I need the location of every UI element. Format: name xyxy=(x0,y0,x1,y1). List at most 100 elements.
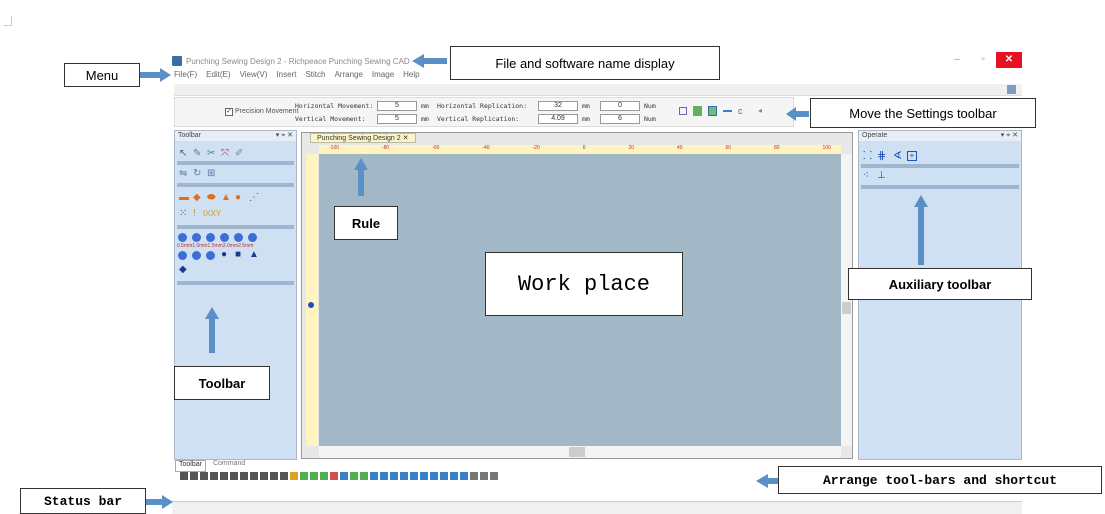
triangle-icon[interactable]: ▲ xyxy=(221,193,231,203)
arrange-icon[interactable] xyxy=(200,472,208,480)
text-icon[interactable]: IXXY xyxy=(203,209,221,219)
diamond-filled-icon[interactable]: ◆ xyxy=(179,265,187,275)
arrange-icon[interactable] xyxy=(180,472,188,480)
h-rep-input[interactable]: 32 xyxy=(538,101,578,111)
rotate-icon[interactable]: ↻ xyxy=(193,169,201,179)
v-num-input[interactable]: 6 xyxy=(600,114,640,124)
diamond-icon[interactable]: ◆ xyxy=(193,193,201,203)
angle-tool-icon[interactable]: ∢ xyxy=(893,151,902,162)
arrange-icon[interactable] xyxy=(220,472,228,480)
arrange-icon[interactable] xyxy=(190,472,198,480)
ellipse-icon[interactable]: ⬬ xyxy=(207,193,216,203)
cut-icon[interactable]: ✂ xyxy=(207,149,215,159)
h-move-input[interactable]: 5 xyxy=(377,101,417,111)
scatter-icon[interactable]: ⁙ xyxy=(179,209,187,219)
arrange-icon[interactable] xyxy=(270,472,278,480)
arrange-icon[interactable] xyxy=(490,472,498,480)
arrange-icon[interactable] xyxy=(340,472,348,480)
precision-checkbox[interactable]: ✓ xyxy=(225,108,233,116)
select-arrow-icon[interactable]: ↖ xyxy=(179,149,187,159)
arrange-icon[interactable] xyxy=(410,472,418,480)
align-icon[interactable]: ⊞ xyxy=(207,169,215,179)
triangle-filled-icon[interactable]: ▲ xyxy=(249,250,259,260)
arrange-icon[interactable] xyxy=(460,472,468,480)
arrange-icon[interactable] xyxy=(350,472,358,480)
v-move-input[interactable]: 5 xyxy=(377,114,417,124)
vertical-scrollbar[interactable] xyxy=(841,154,852,446)
arrange-icon[interactable] xyxy=(330,472,338,480)
punch-0-5mm-icon[interactable] xyxy=(178,233,187,242)
punch-3-0mm-icon[interactable] xyxy=(248,233,257,242)
arrange-icon[interactable] xyxy=(430,472,438,480)
punch-a-icon[interactable] xyxy=(178,251,187,260)
bulb-icon[interactable]: ! xyxy=(193,209,196,219)
arrange-icon[interactable] xyxy=(370,472,378,480)
square-icon[interactable]: ■ xyxy=(235,250,241,260)
maximize-button[interactable]: ▫ xyxy=(970,52,996,68)
punch-2-0mm-icon[interactable] xyxy=(220,233,229,242)
punch-c-icon[interactable] xyxy=(206,251,215,260)
dots-icon[interactable]: ⋰ xyxy=(249,193,259,203)
punch-2-5mm-icon[interactable] xyxy=(234,233,243,242)
horizontal-scrollbar[interactable] xyxy=(319,446,841,458)
c-icon[interactable]: c xyxy=(738,106,743,116)
arrange-icon[interactable] xyxy=(420,472,428,480)
dot-icon[interactable]: ● xyxy=(221,250,227,260)
h-num-input[interactable]: 0 xyxy=(600,101,640,111)
vertical-scroll-thumb[interactable] xyxy=(842,302,851,314)
add-tool-icon[interactable]: + xyxy=(907,151,917,161)
arrange-icon[interactable] xyxy=(390,472,398,480)
arrange-icon[interactable] xyxy=(240,472,248,480)
arrange-icon[interactable] xyxy=(440,472,448,480)
image-icon[interactable] xyxy=(693,106,702,116)
menu-item-image[interactable]: Image xyxy=(372,70,394,82)
menu-item-view[interactable]: View(V) xyxy=(240,70,268,82)
arrange-icon[interactable] xyxy=(280,472,288,480)
arrange-icon[interactable] xyxy=(290,472,298,480)
arrange-icon[interactable] xyxy=(250,472,258,480)
arrange-icon[interactable] xyxy=(470,472,478,480)
circle-icon[interactable]: ● xyxy=(235,193,241,203)
transform-icon[interactable]: ⤧ xyxy=(221,149,229,159)
arrange-icon[interactable] xyxy=(450,472,458,480)
arrange-icon[interactable] xyxy=(300,472,308,480)
arrange-icon[interactable] xyxy=(260,472,268,480)
grid-icon[interactable] xyxy=(679,107,687,115)
punch-1-5mm-icon[interactable] xyxy=(206,233,215,242)
close-button[interactable]: ✕ xyxy=(996,52,1022,68)
minimize-button[interactable]: – xyxy=(944,52,970,68)
document-tab[interactable]: Punching Sewing Design 2 ✕ xyxy=(310,133,416,143)
scatter-tool-icon[interactable]: ⁖ xyxy=(863,171,869,181)
menu-item-edit[interactable]: Edit(E) xyxy=(206,70,230,82)
arrange-icon[interactable] xyxy=(400,472,408,480)
menu-item-file[interactable]: File(F) xyxy=(174,70,197,82)
user-icon[interactable] xyxy=(1007,85,1016,94)
arrange-icon[interactable] xyxy=(360,472,368,480)
arrange-icon[interactable] xyxy=(310,472,318,480)
node-edit-icon[interactable]: ✎ xyxy=(193,149,201,159)
pen-icon[interactable]: ✐ xyxy=(235,149,243,159)
menu-item-insert[interactable]: Insert xyxy=(276,70,296,82)
mirror-icon[interactable]: ⇋ xyxy=(179,169,187,179)
line-icon[interactable] xyxy=(723,110,732,112)
anchor-tool-icon[interactable]: ⊥ xyxy=(877,171,886,181)
arrange-icon[interactable] xyxy=(480,472,488,480)
v-rep-input[interactable]: 4.09 xyxy=(538,114,578,124)
arrange-icon[interactable] xyxy=(380,472,388,480)
arrange-icon[interactable] xyxy=(210,472,218,480)
node-tool-icon[interactable]: ⸬ xyxy=(863,151,872,162)
stitch-tool-icon[interactable]: ⋕ xyxy=(877,151,886,162)
move-left-icon[interactable]: ◂ xyxy=(758,106,762,115)
close-tab-icon[interactable]: ✕ xyxy=(403,135,409,142)
frame-icon[interactable] xyxy=(708,106,717,116)
right-panel-controls[interactable]: ▾ ⌖ ✕ xyxy=(1001,131,1018,141)
menu-item-arrange[interactable]: Arrange xyxy=(334,70,362,82)
arrange-icon[interactable] xyxy=(320,472,328,480)
horizontal-scroll-thumb[interactable] xyxy=(569,447,585,457)
punch-1-0mm-icon[interactable] xyxy=(192,233,201,242)
punch-b-icon[interactable] xyxy=(192,251,201,260)
menu-item-stitch[interactable]: Stitch xyxy=(305,70,325,82)
rect-fill-icon[interactable]: ▬ xyxy=(179,193,189,203)
left-panel-controls[interactable]: ▾ ⌖ ✕ xyxy=(276,131,293,141)
arrange-icon[interactable] xyxy=(230,472,238,480)
